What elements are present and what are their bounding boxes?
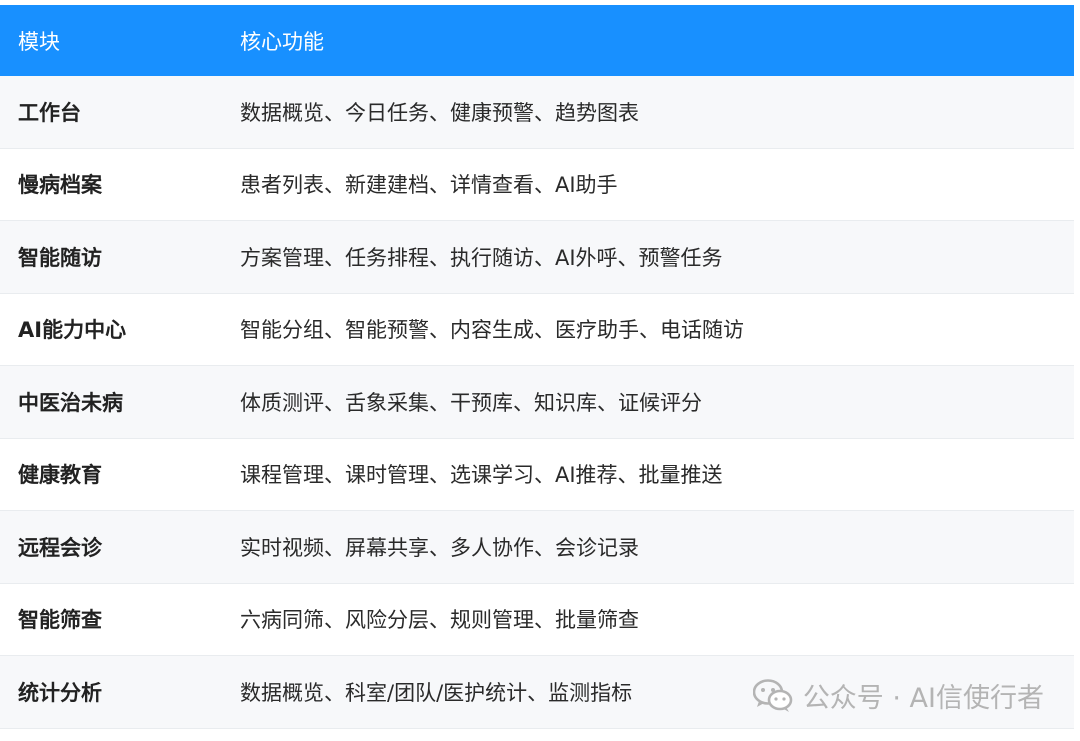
module-name: 健康教育 bbox=[18, 463, 102, 488]
module-functions: 患者列表、新建建档、详情查看、AI助手 bbox=[240, 173, 618, 198]
module-functions: 方案管理、任务排程、执行随访、AI外呼、预警任务 bbox=[240, 245, 723, 270]
module-name: 远程会诊 bbox=[18, 535, 102, 560]
module-name: 智能筛查 bbox=[18, 608, 102, 633]
module-name: 智能随访 bbox=[18, 245, 102, 270]
table-row: AI能力中心 智能分组、智能预警、内容生成、医疗助手、电话随访 bbox=[0, 293, 1074, 366]
wechat-icon bbox=[752, 678, 793, 713]
watermark-text: 公众号 · AI信使行者 bbox=[802, 683, 1044, 714]
module-name: 统计分析 bbox=[18, 680, 102, 705]
module-name: 工作台 bbox=[18, 100, 81, 125]
table-header: 模块 核心功能 bbox=[0, 5, 1074, 76]
table-row: 中医治未病 体质测评、舌象采集、干预库、知识库、证候评分 bbox=[0, 366, 1074, 439]
module-functions: 体质测评、舌象采集、干预库、知识库、证候评分 bbox=[240, 390, 702, 415]
module-table: 模块 核心功能 工作台 数据概览、今日任务、健康预警、趋势图表 慢病档案 患者列… bbox=[0, 5, 1074, 729]
module-functions: 智能分组、智能预警、内容生成、医疗助手、电话随访 bbox=[240, 318, 744, 343]
module-functions: 六病同筛、风险分层、规则管理、批量筛查 bbox=[240, 608, 639, 633]
module-functions: 数据概览、今日任务、健康预警、趋势图表 bbox=[240, 100, 639, 125]
module-name: 慢病档案 bbox=[18, 173, 102, 198]
table-row: 慢病档案 患者列表、新建建档、详情查看、AI助手 bbox=[0, 148, 1074, 221]
watermark: 公众号 · AI信使行者 bbox=[752, 676, 1044, 715]
module-functions: 实时视频、屏幕共享、多人协作、会诊记录 bbox=[240, 535, 639, 560]
table-row: 工作台 数据概览、今日任务、健康预警、趋势图表 bbox=[0, 76, 1074, 149]
module-functions: 课程管理、课时管理、选课学习、AI推荐、批量推送 bbox=[240, 463, 723, 488]
table-row: 智能随访 方案管理、任务排程、执行随访、AI外呼、预警任务 bbox=[0, 221, 1074, 294]
module-name: AI能力中心 bbox=[18, 318, 127, 343]
module-name: 中医治未病 bbox=[18, 390, 123, 415]
header-function: 核心功能 bbox=[240, 29, 324, 54]
header-module: 模块 bbox=[18, 29, 60, 54]
table-row: 智能筛查 六病同筛、风险分层、规则管理、批量筛查 bbox=[0, 583, 1074, 656]
table-row: 健康教育 课程管理、课时管理、选课学习、AI推荐、批量推送 bbox=[0, 438, 1074, 511]
table-row: 远程会诊 实时视频、屏幕共享、多人协作、会诊记录 bbox=[0, 511, 1074, 584]
